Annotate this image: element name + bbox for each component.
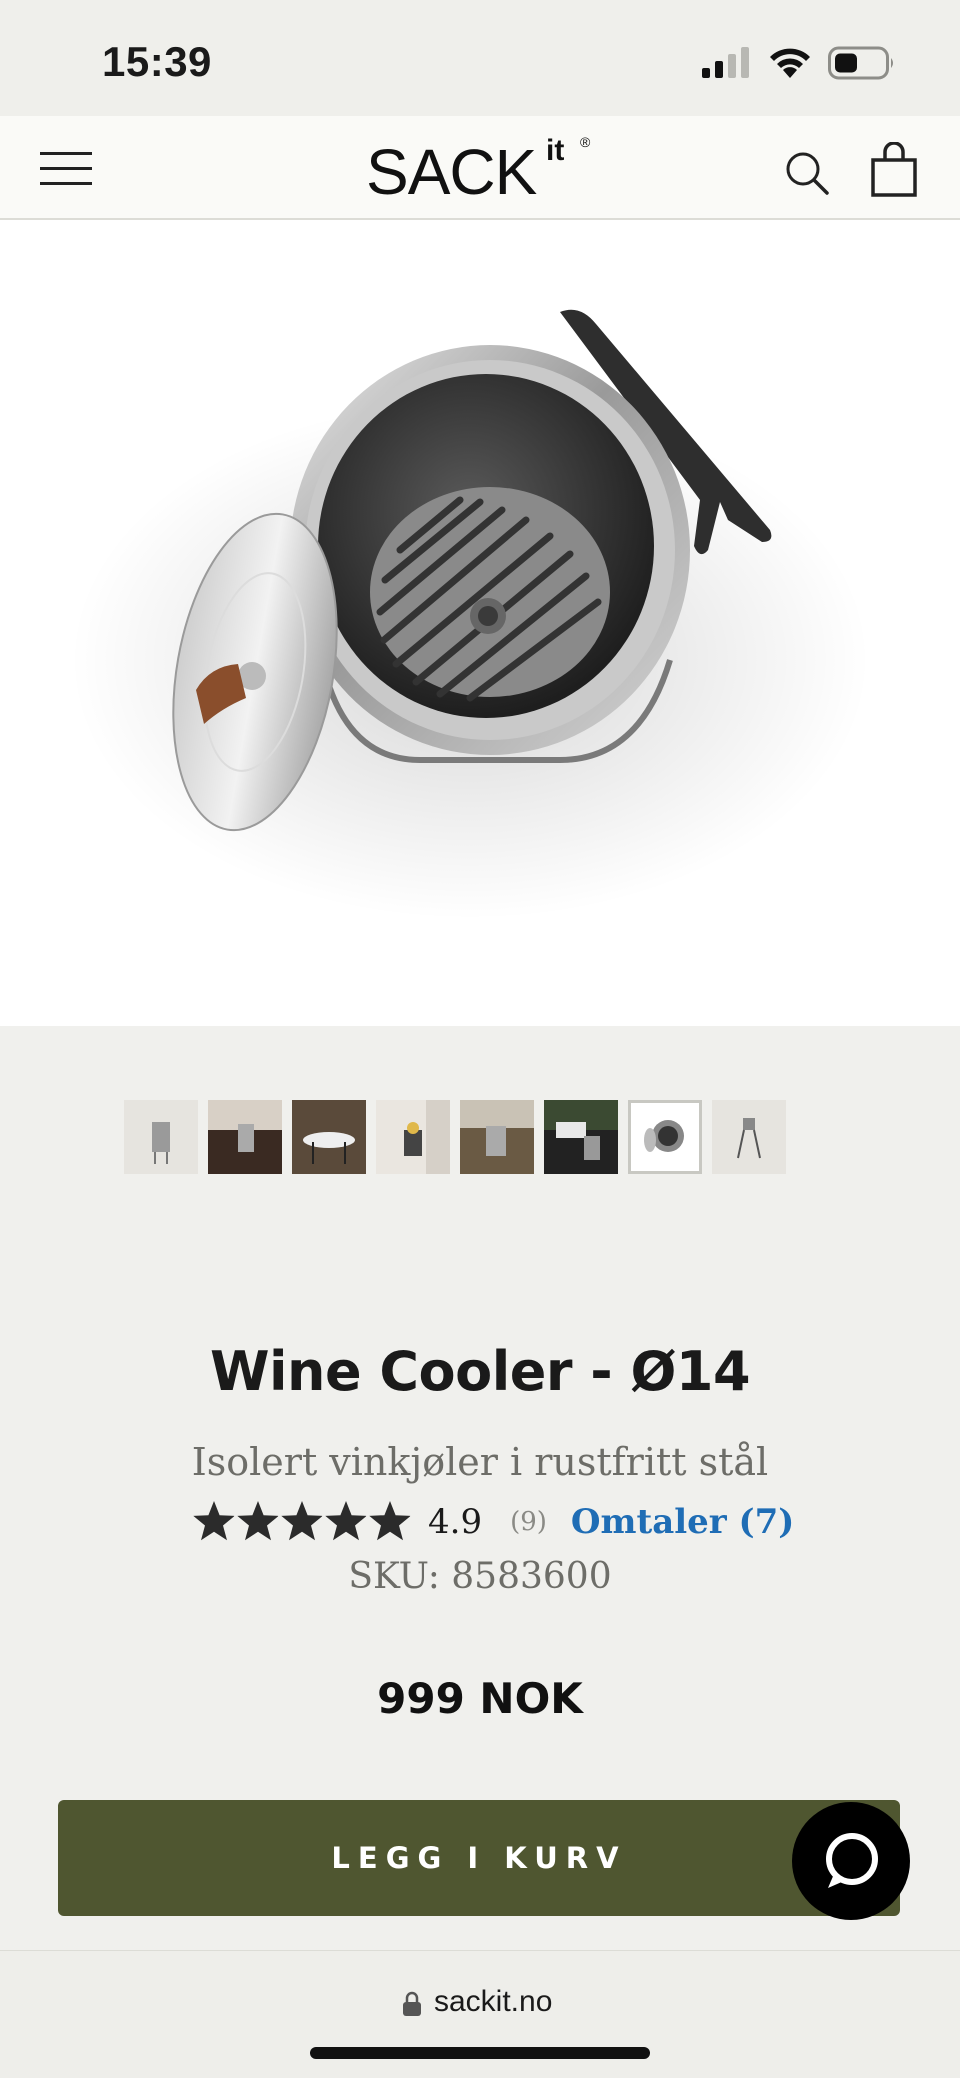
thumbnail-6[interactable] bbox=[544, 1100, 618, 1174]
logo-text: SACK bbox=[366, 136, 537, 208]
lock-icon bbox=[403, 1991, 421, 2016]
battery-icon bbox=[828, 46, 893, 80]
chat-bubble-icon bbox=[826, 1833, 878, 1888]
cellular-signal-icon bbox=[702, 47, 749, 78]
thumbnail-strip bbox=[124, 1100, 786, 1174]
site-header: SACK it ® bbox=[0, 116, 960, 220]
cart-icon[interactable] bbox=[870, 142, 918, 198]
product-sku: SKU: 8583600 bbox=[348, 1556, 612, 1597]
wifi-icon bbox=[770, 48, 810, 78]
product-image[interactable] bbox=[0, 220, 960, 1026]
thumbnail-5[interactable] bbox=[460, 1100, 534, 1174]
product-title: Wine Cooler - Ø14 bbox=[209, 1340, 751, 1403]
thumbnail-7[interactable] bbox=[628, 1100, 702, 1174]
thumbnail-8[interactable] bbox=[712, 1100, 786, 1174]
search-icon[interactable] bbox=[784, 150, 830, 196]
browser-url-bar[interactable]: sackit.no bbox=[0, 1950, 960, 2078]
add-to-cart-button[interactable]: LEGG I KURV bbox=[58, 1800, 900, 1916]
rating-value: 4.9 bbox=[428, 1502, 483, 1542]
home-indicator[interactable] bbox=[310, 2047, 650, 2059]
product-subtitle: Isolert vinkjøler i rustfritt stål bbox=[191, 1440, 769, 1484]
thumbnail-2[interactable] bbox=[208, 1100, 282, 1174]
logo-registered-mark: ® bbox=[580, 134, 591, 150]
reviews-link[interactable]: Omtaler (7) bbox=[571, 1502, 794, 1542]
status-bar: 15:39 bbox=[0, 0, 960, 116]
wine-cooler-illustration bbox=[70, 309, 870, 920]
product-price: 999 NOK bbox=[377, 1674, 583, 1723]
menu-icon[interactable] bbox=[40, 150, 92, 188]
chat-button[interactable] bbox=[792, 1802, 910, 1920]
rating-stars-icon bbox=[193, 1501, 411, 1541]
logo-superscript: it bbox=[546, 134, 565, 167]
brand-logo[interactable]: SACK it ® bbox=[364, 134, 604, 204]
rating-count: (9) bbox=[510, 1507, 547, 1537]
thumbnail-4[interactable] bbox=[376, 1100, 450, 1174]
rating-row: 4.9 (9) Omtaler (7) bbox=[192, 1494, 794, 1550]
thumbnail-1[interactable] bbox=[124, 1100, 198, 1174]
thumbnail-3[interactable] bbox=[292, 1100, 366, 1174]
url-text: sackit.no bbox=[434, 1985, 553, 2018]
status-time: 15:39 bbox=[102, 38, 212, 85]
